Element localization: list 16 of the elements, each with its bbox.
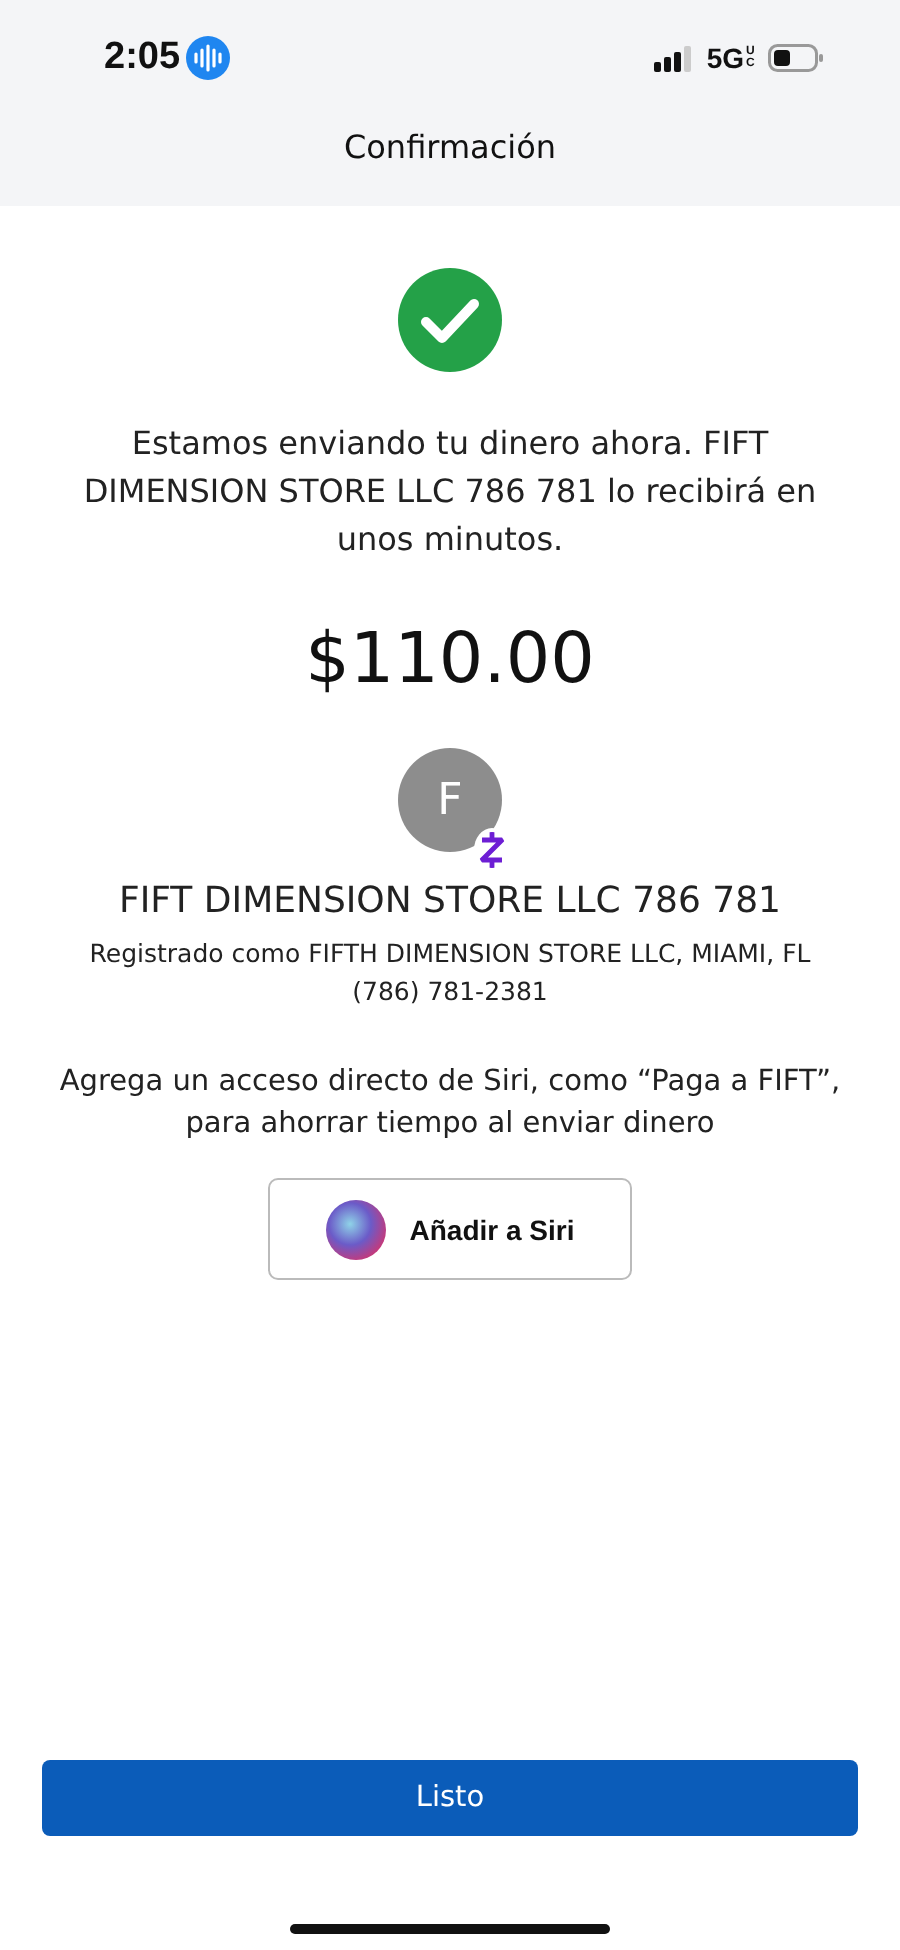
recipient-name: FIFT DIMENSION STORE LLC 786 781 [118,880,781,922]
avatar: F [398,748,502,852]
amount: $110.00 [305,620,595,700]
phone-number: (786) 781-2381 [352,974,548,1010]
confirmation-message: Estamos enviando tu dinero ahora. FIFT DIMENSION STORE LLC 786 781 lo recibirá en unos minutos. [81,422,819,562]
screen-title: Confirmación [341,128,559,166]
battery-icon [768,44,824,72]
siri-hint: Agrega un acceso directo de Siri, como “Paga a FIFT”, para ahorrar tiempo al enviar dinero [57,1064,843,1144]
siri-orb-icon [325,1199,386,1259]
signal-icon [654,45,695,71]
add-to-siri-button[interactable]: Añadir a Siri [268,1178,632,1280]
checkmark-icon [398,268,502,372]
status-time: 2:05 [104,36,181,80]
registered-name: Registrado como FIFTH DIMENSION STORE LLC, MIAMI, FL [89,936,811,972]
audio-wave-icon [184,34,233,82]
done-button[interactable]: Listo [42,1760,858,1836]
